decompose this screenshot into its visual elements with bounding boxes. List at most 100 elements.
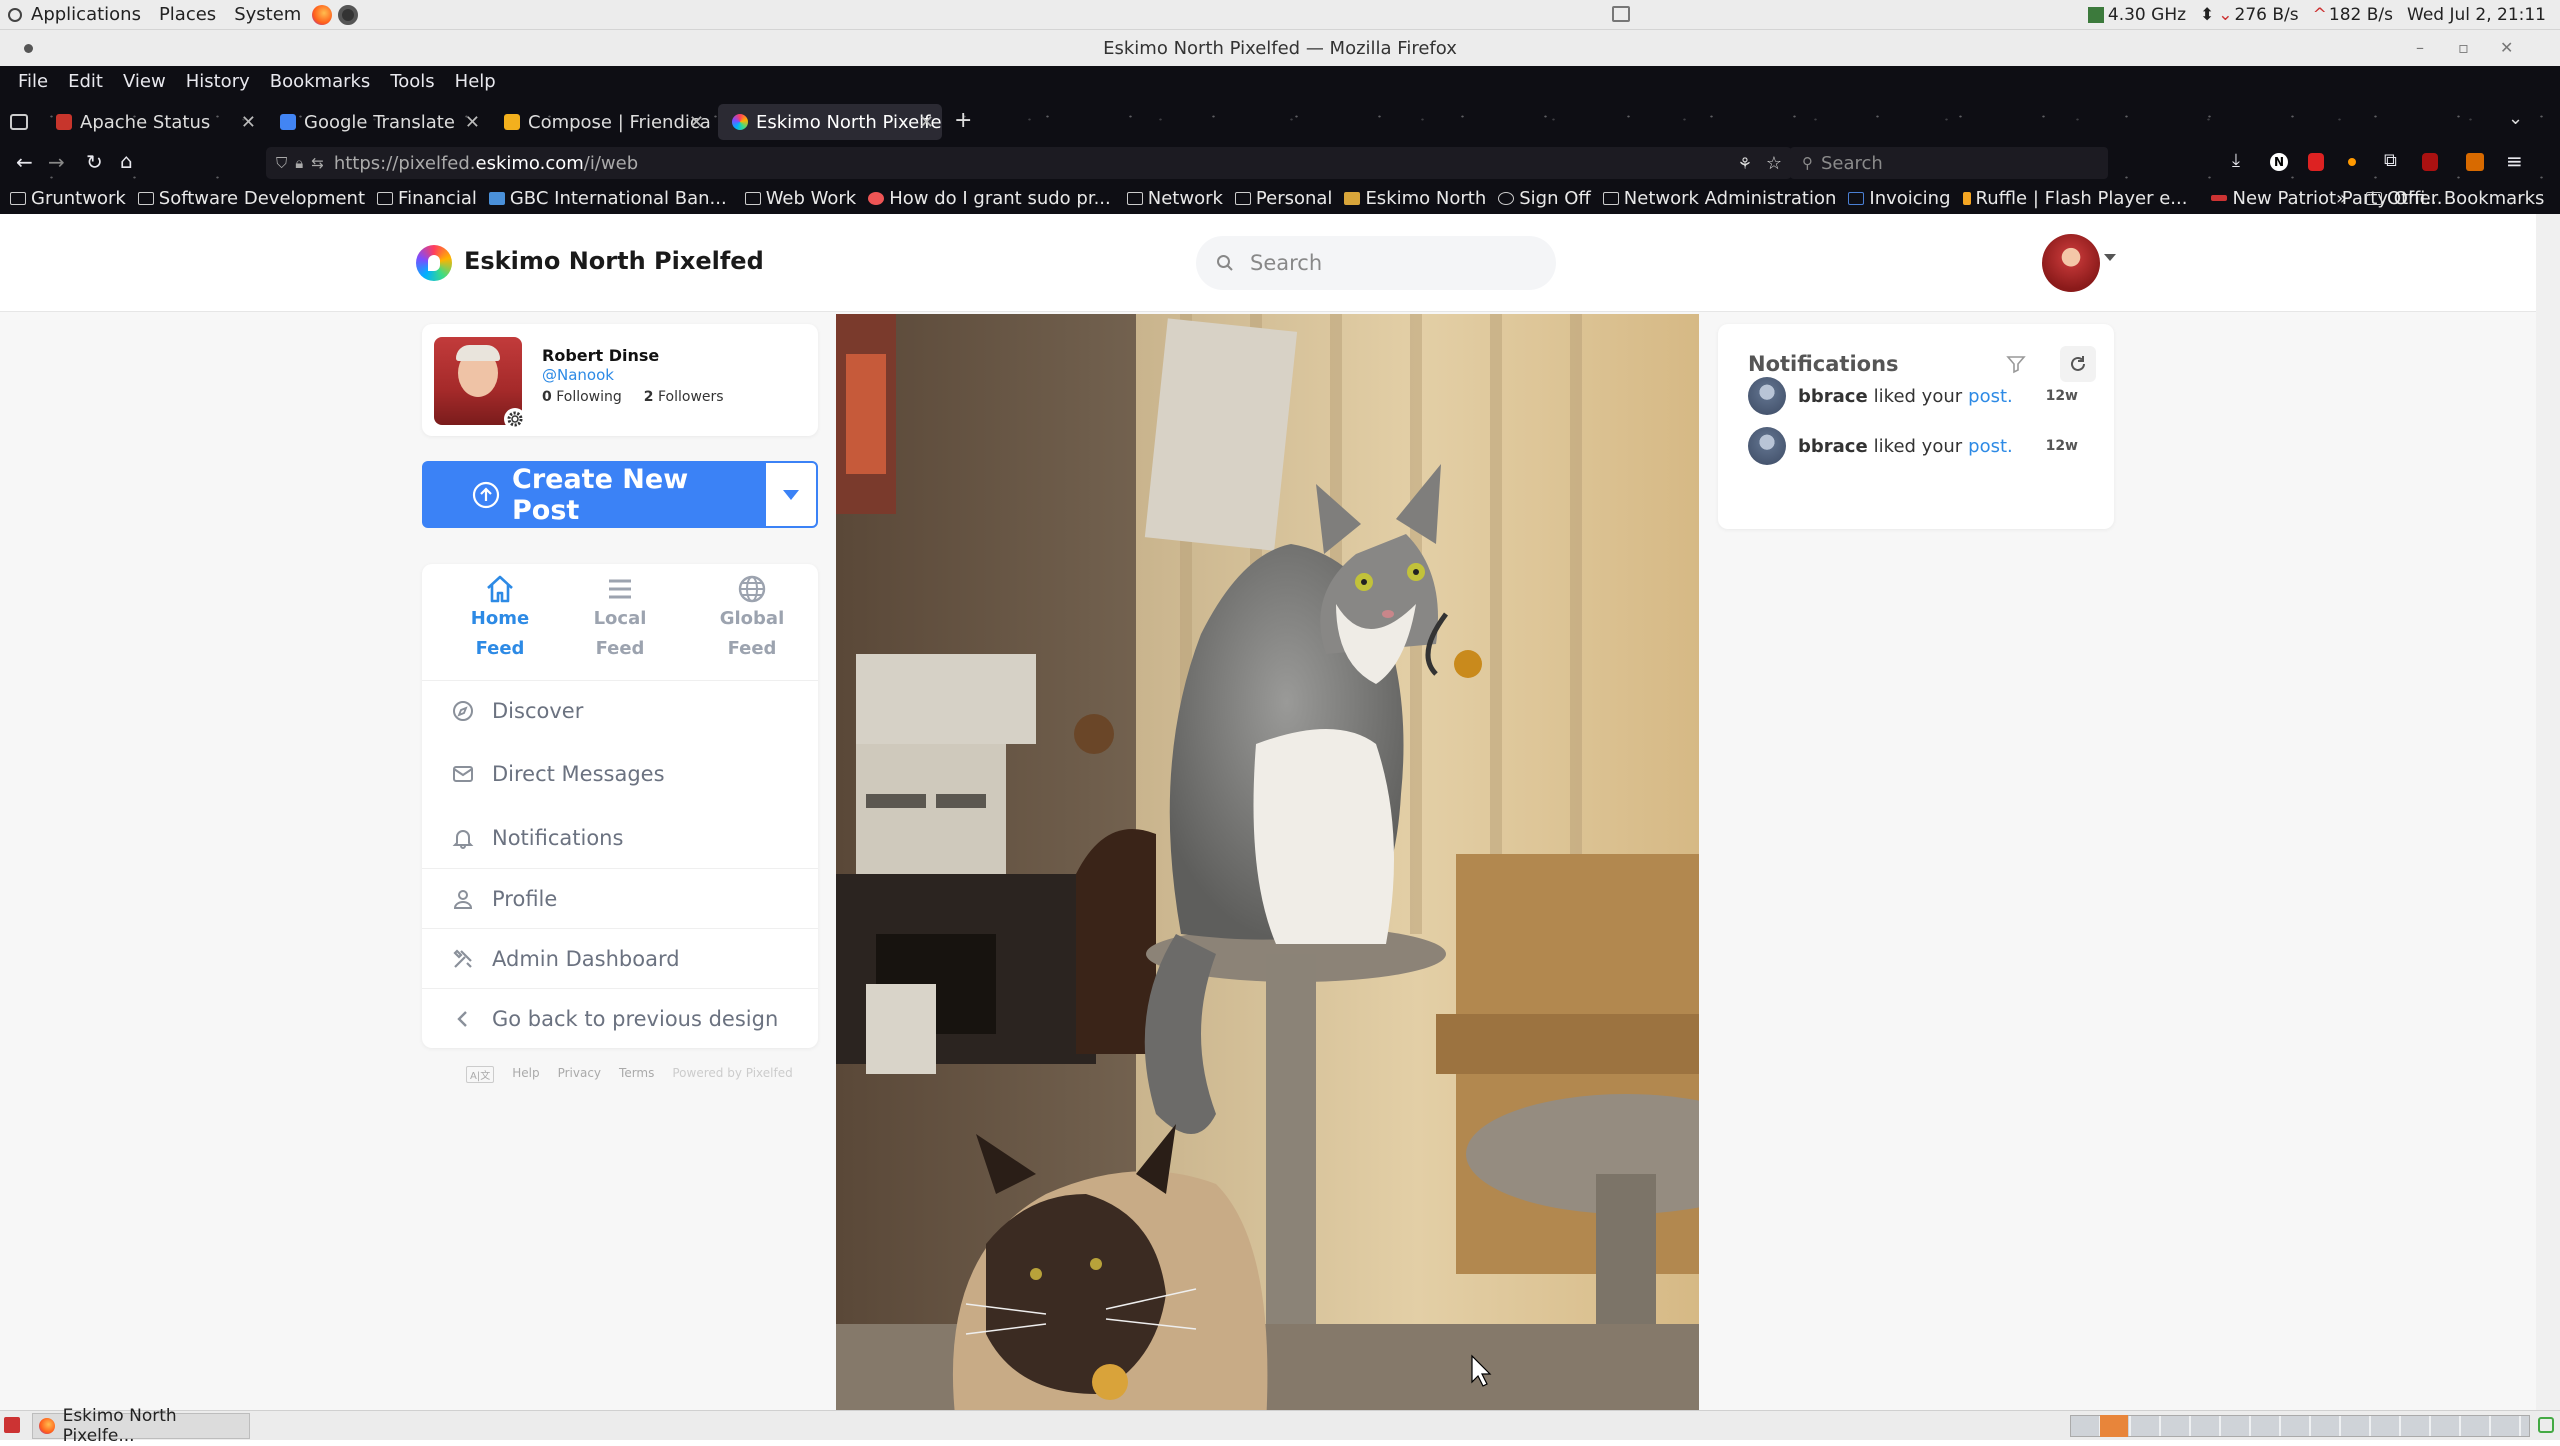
extension-n-icon[interactable]: N	[2270, 153, 2288, 171]
bookmark-link[interactable]: Sign Off	[1498, 188, 1591, 209]
url-bar[interactable]: ⛉ 🔒︎ ⇆ https://pixelfed. eskimo.com/i/web…	[266, 147, 1792, 179]
bookmark-star-icon[interactable]: ☆	[1766, 153, 1782, 174]
nav-discover[interactable]: Discover	[422, 680, 818, 740]
menu-edit[interactable]: Edit	[58, 71, 113, 92]
lock-icon[interactable]: 🔒︎	[295, 154, 303, 172]
back-icon[interactable]: ←	[16, 150, 33, 174]
bookmark-folder[interactable]: Gruntwork	[10, 188, 126, 209]
bookmarks-overflow-icon[interactable]: »	[2336, 188, 2347, 209]
window-titlebar[interactable]: Eskimo North Pixelfed — Mozilla Firefox …	[0, 30, 2560, 66]
tab-close-icon[interactable]: ✕	[241, 112, 256, 133]
gnome-foot-icon[interactable]	[8, 7, 22, 22]
maximize-icon[interactable]: ▫	[2458, 38, 2469, 57]
menu-history[interactable]: History	[176, 71, 260, 92]
tab-close-icon[interactable]: ✕	[465, 112, 480, 133]
clock[interactable]: Wed Jul 2, 21:11	[2407, 5, 2546, 25]
reader-icon[interactable]: ⚘	[1738, 154, 1752, 173]
menu-view[interactable]: View	[113, 71, 176, 92]
post-photo[interactable]	[836, 314, 1699, 1410]
active-workspace[interactable]	[2100, 1415, 2128, 1437]
language-selector[interactable]: A|文	[466, 1066, 495, 1083]
page-permissions-icon[interactable]: ⇆	[311, 154, 324, 172]
profile-name[interactable]: Robert Dinse	[542, 346, 659, 365]
bookmark-folder[interactable]: Network	[1126, 188, 1223, 209]
bookmark-link[interactable]: Eskimo North	[1344, 188, 1486, 209]
forward-icon[interactable]: →	[48, 150, 65, 174]
shield-icon[interactable]: ⛉	[276, 154, 287, 172]
workspace-switcher[interactable]	[2070, 1415, 2530, 1437]
window-list-icon[interactable]	[1612, 6, 1630, 22]
bookmark-folder[interactable]: Personal	[1234, 188, 1332, 209]
tab-friendica[interactable]: Compose | Friendica ✕	[490, 104, 712, 140]
avatar[interactable]	[1748, 377, 1786, 415]
tab-global-feed[interactable]: Global Feed	[692, 574, 812, 664]
bookmark-folder[interactable]: Financial	[377, 188, 477, 209]
pixelfed-logo-icon[interactable]	[416, 245, 452, 281]
avatar[interactable]	[1748, 427, 1786, 465]
notification-item[interactable]: bbrace liked your post. 12w	[1748, 426, 2088, 466]
bookmark-link[interactable]: How do I grant sudo pr...	[868, 188, 1111, 209]
downloads-icon[interactable]: ⤓	[2232, 150, 2240, 171]
following-stat[interactable]: 0 Following	[542, 389, 622, 405]
os-menu-applications[interactable]: Applications	[22, 4, 150, 25]
bookmark-folder[interactable]: Web Work	[744, 188, 856, 209]
new-tab-icon[interactable]: +	[954, 108, 972, 133]
bookmark-folder[interactable]: Software Development	[137, 188, 365, 209]
tab-pixelfed[interactable]: Eskimo North Pixelfe ✕	[718, 104, 942, 140]
followers-stat[interactable]: 2 Followers	[644, 389, 724, 405]
os-menu-places[interactable]: Places	[150, 4, 225, 25]
close-icon[interactable]: ✕	[2500, 38, 2513, 57]
tab-local-feed[interactable]: Local Feed	[560, 574, 680, 664]
tab-home-feed[interactable]: Home Feed	[440, 574, 560, 664]
bookmark-link[interactable]: GBC International Ban...	[488, 188, 727, 209]
chevron-down-icon[interactable]	[2104, 254, 2116, 261]
menu-file[interactable]: File	[8, 71, 58, 92]
bookmark-folder[interactable]: Network Administration	[1602, 188, 1836, 209]
ublock-icon[interactable]	[2422, 153, 2438, 171]
footer-privacy-link[interactable]: Privacy	[558, 1066, 601, 1083]
minimize-icon[interactable]: –	[2416, 38, 2424, 57]
os-menu-system[interactable]: System	[225, 4, 310, 25]
site-brand[interactable]: Eskimo North Pixelfed	[464, 247, 764, 275]
hamburger-menu-icon[interactable]: ≡	[2506, 149, 2523, 173]
show-desktop-icon[interactable]	[4, 1417, 20, 1433]
extension-dot-icon[interactable]	[2348, 158, 2356, 166]
window-menu-icon[interactable]	[24, 44, 33, 53]
tab-apache-status[interactable]: Apache Status ✕	[42, 104, 264, 140]
page-scrollbar[interactable]	[2536, 214, 2560, 1410]
extension-orange-icon[interactable]	[2466, 153, 2484, 171]
firefox-launcher-icon[interactable]	[312, 4, 333, 25]
list-tabs-icon[interactable]: ⌄	[2508, 108, 2523, 129]
tray-icon[interactable]	[2538, 1417, 2554, 1433]
user-avatar-menu[interactable]	[2042, 234, 2100, 292]
create-new-post-button[interactable]: Create New Post	[422, 461, 764, 528]
nav-direct-messages[interactable]: Direct Messages	[422, 744, 818, 804]
other-bookmarks[interactable]: Other Bookmarks	[2366, 188, 2544, 209]
site-search-input[interactable]: Search	[1196, 236, 1556, 290]
reload-icon[interactable]: ↻	[86, 150, 103, 174]
browser-search-field[interactable]: ⚲ Search	[1790, 147, 2108, 179]
nav-previous-design[interactable]: Go back to previous design	[422, 988, 818, 1048]
tab-google-translate[interactable]: Google Translate ✕	[266, 104, 488, 140]
firefox-view-icon[interactable]	[10, 114, 28, 130]
footer-powered-by[interactable]: Powered by Pixelfed	[672, 1066, 792, 1083]
menu-help[interactable]: Help	[445, 71, 506, 92]
extensions-icon[interactable]: ⧉	[2384, 150, 2397, 171]
tab-close-icon[interactable]: ✕	[689, 112, 704, 133]
home-icon[interactable]: ⌂	[120, 149, 133, 173]
footer-help-link[interactable]: Help	[512, 1066, 539, 1083]
notification-item[interactable]: bbrace liked your post. 12w	[1748, 376, 2088, 416]
nav-notifications[interactable]: Notifications	[422, 808, 818, 868]
gear-icon[interactable]	[504, 408, 526, 430]
footer-terms-link[interactable]: Terms	[619, 1066, 654, 1083]
nav-profile[interactable]: Profile	[422, 868, 818, 928]
tab-close-icon[interactable]: ✕	[919, 112, 934, 133]
menu-bookmarks[interactable]: Bookmarks	[260, 71, 381, 92]
app-launcher-icon[interactable]	[338, 4, 359, 25]
extension-red-icon[interactable]	[2308, 153, 2324, 171]
profile-handle[interactable]: @Nanook	[542, 366, 614, 384]
menu-tools[interactable]: Tools	[380, 71, 444, 92]
bookmark-link[interactable]: Ruffle | Flash Player e...	[1962, 188, 2187, 209]
nav-admin-dashboard[interactable]: Admin Dashboard	[422, 928, 818, 988]
create-options-dropdown[interactable]	[764, 461, 818, 528]
